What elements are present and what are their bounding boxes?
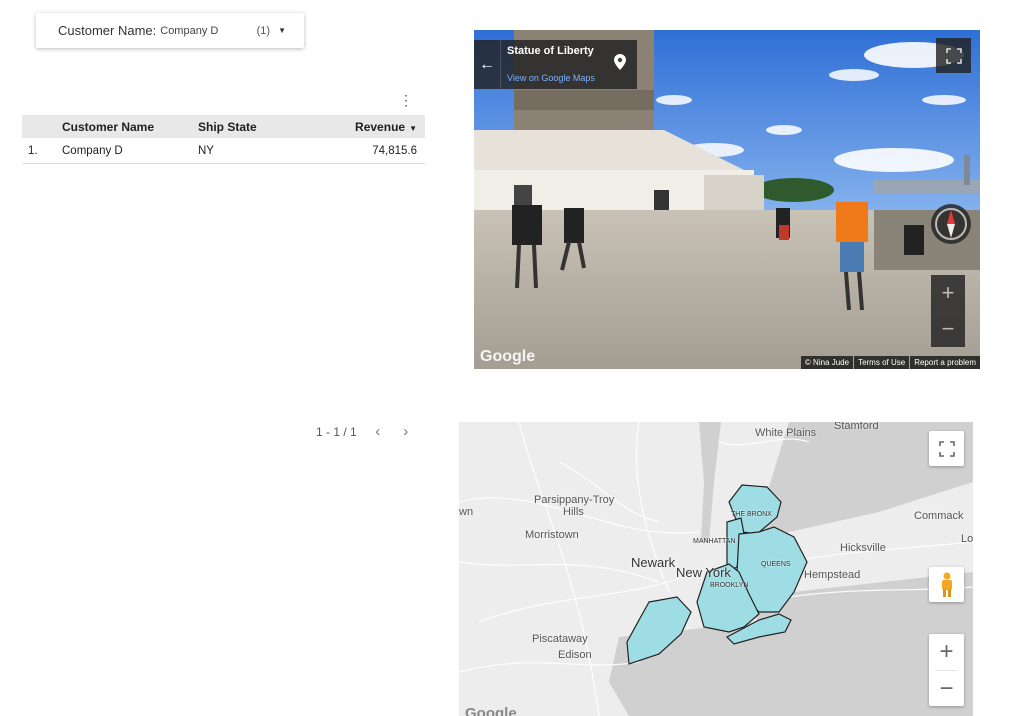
cell-customer-name: Company D <box>62 144 123 157</box>
street-view-panel[interactable]: ← Statue of Liberty View on Google Maps … <box>474 30 980 369</box>
map-fullscreen-button[interactable] <box>929 431 964 466</box>
pagination: 1 - 1 / 1 ‹ › <box>316 423 413 440</box>
map-label-edison: Edison <box>558 649 592 661</box>
zoom-in-icon[interactable]: + <box>931 275 965 311</box>
zoom-out-icon[interactable]: − <box>929 671 964 707</box>
street-view-attribution: © Nina Jude Terms of Use Report a proble… <box>800 356 980 369</box>
google-logo: Google <box>480 348 536 365</box>
zoom-out-icon[interactable]: − <box>931 311 965 347</box>
report-problem-link[interactable]: Report a problem <box>910 356 980 369</box>
header-revenue[interactable]: Revenue ▼ <box>308 120 425 134</box>
map-label-edge-west: wn <box>459 506 474 518</box>
next-page-icon[interactable]: › <box>399 423 413 440</box>
map-label-manhattan: MANHATTAN <box>693 538 736 545</box>
street-view-fullscreen-button[interactable] <box>936 38 971 73</box>
street-view-zoom-control: + − <box>931 275 965 347</box>
filter-count: (1) <box>256 24 271 37</box>
header-revenue-label: Revenue <box>355 119 406 134</box>
header-customer-name[interactable]: Customer Name <box>62 120 198 134</box>
map-label-stamford: Stamford <box>834 422 879 432</box>
map-label-commack: Commack <box>914 510 964 522</box>
filter-label: Customer Name: <box>58 23 157 38</box>
map-label-morristown: Morristown <box>525 529 579 541</box>
pegman-button[interactable] <box>929 567 964 602</box>
street-view-info-box: ← Statue of Liberty View on Google Maps <box>474 40 637 89</box>
map-label-parsippany: Parsippany-Troy <box>534 494 615 506</box>
pagination-range: 1 - 1 / 1 <box>316 424 357 439</box>
map-label-edge-east: Lo <box>961 533 973 545</box>
header-ship-state[interactable]: Ship State <box>198 120 308 134</box>
fullscreen-icon <box>929 431 964 466</box>
row-index: 1. <box>28 144 38 157</box>
cell-ship-state: NY <box>198 144 214 157</box>
map-label-queens: QUEENS <box>761 561 791 568</box>
fullscreen-icon <box>936 38 971 73</box>
map-label-the-bronx: THE BRONX <box>731 511 772 518</box>
location-pin-icon <box>614 54 626 73</box>
prev-page-icon[interactable]: ‹ <box>371 423 385 440</box>
map-label-newark: Newark <box>631 555 676 570</box>
map-label-hempstead: Hempstead <box>804 569 861 581</box>
view-on-google-maps-link[interactable]: View on Google Maps <box>507 73 595 83</box>
cell-revenue: 74,815.6 <box>372 144 417 157</box>
dropdown-caret-icon[interactable]: ▼ <box>278 26 286 35</box>
map-label-brooklyn: BROOKLYN <box>710 582 749 589</box>
table-row: 1. Company D NY 74,815.6 <box>22 138 425 164</box>
map-label-hills: Hills <box>563 506 584 518</box>
map-label-piscataway: Piscataway <box>532 633 588 645</box>
compass-icon[interactable] <box>931 204 971 244</box>
filter-value: Company D <box>160 24 219 37</box>
table-header: Customer Name Ship State Revenue ▼ <box>22 115 425 138</box>
photo-credit: © Nina Jude <box>800 356 854 369</box>
terms-of-use-link[interactable]: Terms of Use <box>854 356 910 369</box>
customer-name-filter[interactable]: Customer Name: Company D (1) ▼ <box>36 13 304 48</box>
map-google-logo: Google <box>465 705 517 716</box>
map-label-hicksville: Hicksville <box>840 542 886 554</box>
map-label-new-york: New York <box>676 565 731 580</box>
map-label-white-plains: White Plains <box>755 427 817 439</box>
back-arrow-icon[interactable]: ← <box>474 40 501 89</box>
zoom-in-icon[interactable]: + <box>929 634 964 670</box>
data-table: Customer Name Ship State Revenue ▼ 1. Com… <box>22 115 425 164</box>
more-options-icon[interactable]: ⋮ <box>399 92 413 108</box>
pegman-icon <box>929 567 964 602</box>
map-panel[interactable]: White Plains Stamford Parsippany-Troy Hi… <box>459 422 973 716</box>
sort-desc-icon: ▼ <box>409 123 417 133</box>
street-view-title: Statue of Liberty <box>507 45 594 57</box>
map-zoom-control: + − <box>929 634 964 706</box>
